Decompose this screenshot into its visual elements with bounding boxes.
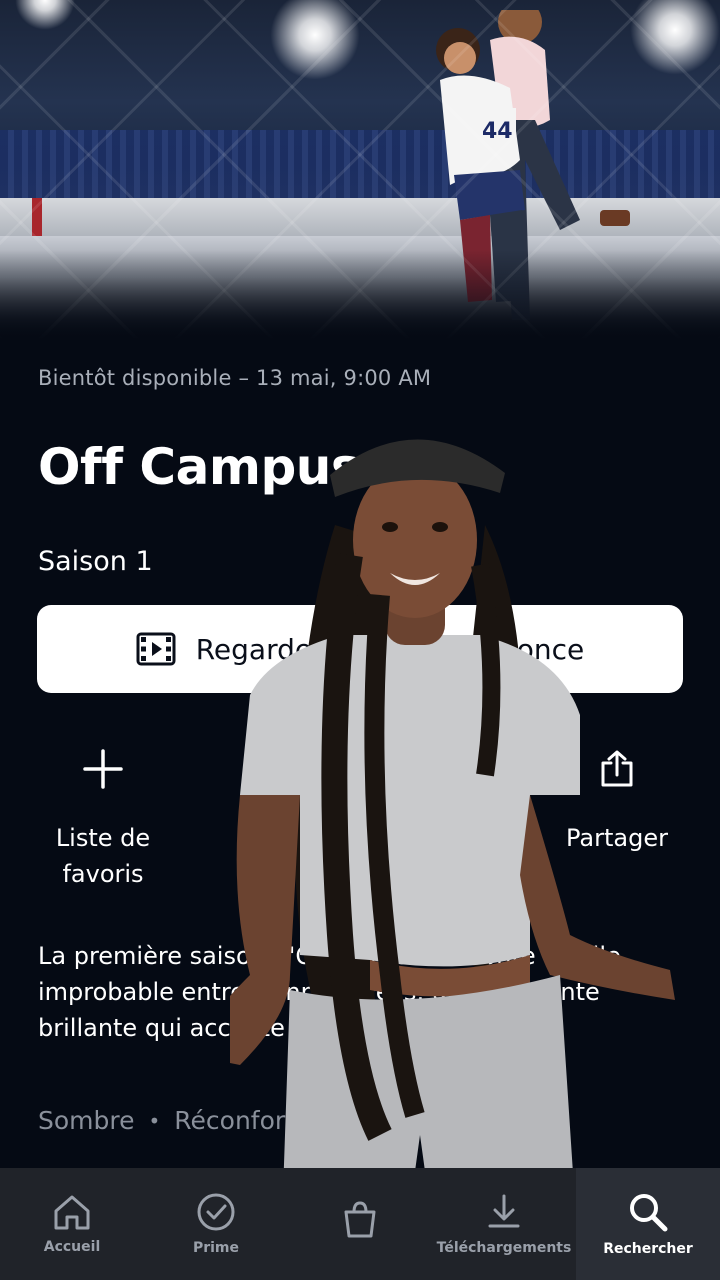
tab-label: Rechercher bbox=[603, 1241, 693, 1257]
share-button[interactable]: Partager bbox=[537, 740, 697, 856]
download-icon bbox=[488, 1194, 520, 1228]
synopsis-text[interactable]: La première saison d'Off Campus raconte … bbox=[38, 938, 684, 1046]
watchlist-label: Liste de favoris bbox=[55, 824, 151, 888]
tab-search[interactable]: Rechercher bbox=[576, 1168, 720, 1280]
tab-prime[interactable]: Prime bbox=[144, 1168, 288, 1280]
tab-label: Téléchargements bbox=[436, 1240, 572, 1256]
watch-trailer-label: Regarder la bande-annonce bbox=[195, 632, 585, 666]
like-label: J'aime bbox=[323, 824, 397, 852]
thumb-icon bbox=[341, 751, 380, 789]
title-detail-screen: 44 Bientôt disponible – 13 mai, 9:00 AM … bbox=[0, 0, 720, 1280]
hero-image: 44 bbox=[0, 0, 720, 340]
tab-downloads[interactable]: Téléchargements bbox=[432, 1168, 576, 1280]
store-icon bbox=[344, 1201, 376, 1238]
action-row: Liste de favoris J'aime Partager bbox=[0, 740, 720, 900]
tag-item: Sombre bbox=[38, 1106, 135, 1135]
plus-icon bbox=[83, 749, 123, 789]
page-title: Off Campus bbox=[38, 438, 361, 496]
tag-separator: • bbox=[148, 1108, 161, 1133]
tab-home[interactable]: Accueil bbox=[0, 1168, 144, 1280]
availability-date: Bientôt disponible – 13 mai, 9:00 AM bbox=[38, 366, 432, 390]
season-selector[interactable]: Saison 1 bbox=[38, 546, 153, 577]
check-circle-icon bbox=[197, 1193, 235, 1231]
bottom-tab-bar: Accueil Prime Téléchargements Rechercher bbox=[0, 1168, 720, 1280]
share-icon bbox=[601, 750, 633, 787]
share-label: Partager bbox=[566, 824, 668, 852]
tab-label: Prime bbox=[192, 1240, 240, 1256]
tag-item: Réconfortant bbox=[174, 1106, 336, 1135]
watchlist-button[interactable]: Liste de favoris bbox=[23, 740, 183, 892]
tab-store[interactable] bbox=[288, 1168, 432, 1280]
tag-separator: • bbox=[349, 1108, 362, 1133]
watch-trailer-button[interactable]: Regarder la bande-annonce bbox=[37, 605, 683, 693]
tag-item: Romance bbox=[375, 1106, 492, 1135]
genre-tags: Sombre • Réconfortant • Romance bbox=[38, 1106, 684, 1135]
film-icon bbox=[136, 632, 176, 666]
like-button[interactable]: J'aime bbox=[280, 740, 440, 856]
home-icon bbox=[54, 1195, 90, 1230]
search-icon bbox=[630, 1194, 668, 1232]
tab-label: Accueil bbox=[43, 1239, 101, 1255]
